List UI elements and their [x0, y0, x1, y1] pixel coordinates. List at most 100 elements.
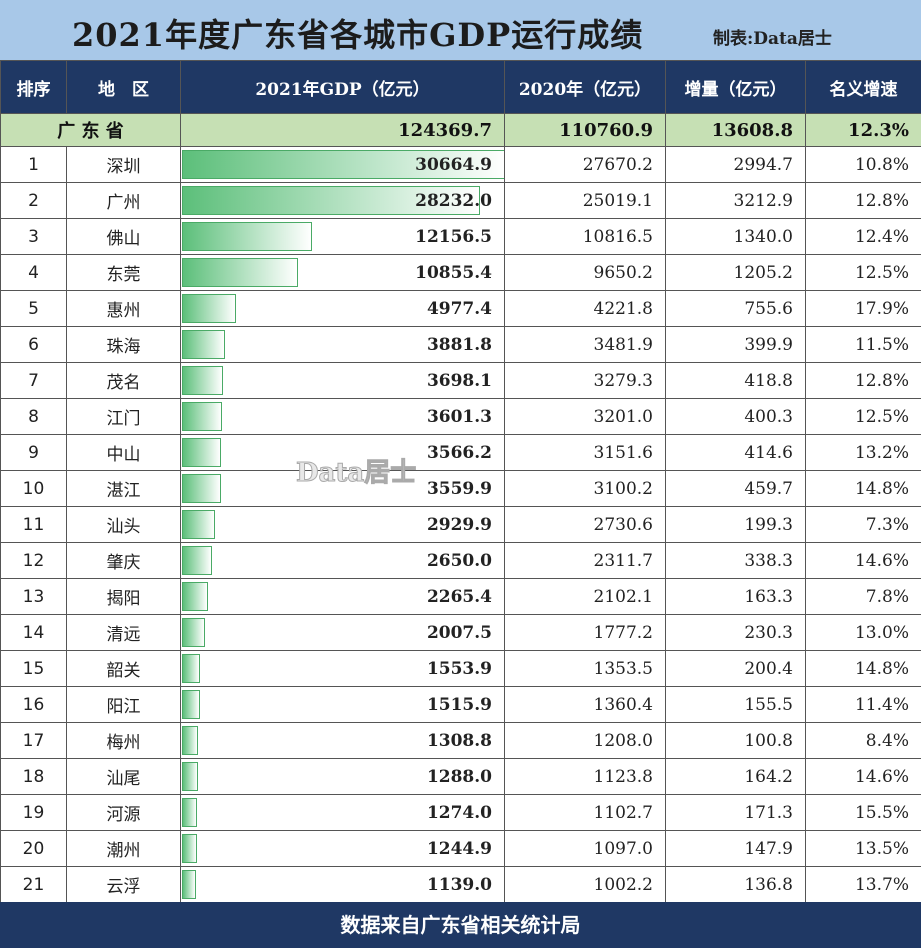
city-name-cell: 东莞	[66, 254, 181, 291]
gdp-table: 排序 地 区 2021年GDP（亿元） 2020年（亿元） 增量（亿元） 名义增…	[0, 60, 921, 903]
gdp2021-value: 2650.0	[426, 550, 492, 571]
rank-cell: 6	[0, 326, 67, 363]
rank-cell: 13	[0, 578, 67, 615]
gdp-table-page: 2021年度广东省各城市GDP运行成绩 制表:Data居士 排序 地 区 202…	[0, 0, 921, 948]
gdp2020-cell: 3151.6	[504, 434, 666, 471]
province-increase: 13608.8	[665, 113, 806, 147]
gdp2021-value: 1244.9	[426, 838, 492, 859]
gdp2021-cell: 3698.1	[180, 362, 505, 399]
gdp2021-cell: 3601.3	[180, 398, 505, 435]
gdp2021-value: 12156.5	[415, 226, 492, 247]
gdp2020-cell: 3100.2	[504, 470, 666, 507]
growth-cell: 12.5%	[805, 398, 921, 435]
page-title: 2021年度广东省各城市GDP运行成绩	[72, 16, 644, 54]
rank-cell: 7	[0, 362, 67, 399]
gdp2020-cell: 3481.9	[504, 326, 666, 363]
table-row: 21 云浮 1139.0 1002.2 136.8 13.7%	[0, 866, 921, 903]
city-name-cell: 汕尾	[66, 758, 181, 795]
rank-cell: 2	[0, 182, 67, 219]
table-row: 4 东莞 10855.4 9650.2 1205.2 12.5%	[0, 254, 921, 291]
title-bar: 2021年度广东省各城市GDP运行成绩 制表:Data居士	[0, 0, 921, 61]
rank-cell: 10	[0, 470, 67, 507]
growth-cell: 11.4%	[805, 686, 921, 723]
rank-cell: 21	[0, 866, 67, 903]
rank-cell: 8	[0, 398, 67, 435]
city-name-cell: 湛江	[66, 470, 181, 507]
city-name-cell: 广州	[66, 182, 181, 219]
increase-cell: 147.9	[665, 830, 806, 867]
city-name-cell: 揭阳	[66, 578, 181, 615]
gdp2021-cell: 2650.0	[180, 542, 505, 579]
table-row: 19 河源 1274.0 1102.7 171.3 15.5%	[0, 794, 921, 831]
city-name-cell: 汕头	[66, 506, 181, 543]
city-name-cell: 潮州	[66, 830, 181, 867]
gdp2020-cell: 1777.2	[504, 614, 666, 651]
col-header-rank: 排序	[0, 60, 67, 114]
gdp2020-cell: 1102.7	[504, 794, 666, 831]
city-name-cell: 中山	[66, 434, 181, 471]
gdp2020-cell: 9650.2	[504, 254, 666, 291]
increase-cell: 2994.7	[665, 146, 806, 183]
increase-cell: 230.3	[665, 614, 806, 651]
gdp2020-cell: 1002.2	[504, 866, 666, 903]
gdp2021-value: 1308.8	[426, 730, 492, 751]
table-row: 1 深圳 30664.9 27670.2 2994.7 10.8%	[0, 146, 921, 183]
gdp2020-cell: 2102.1	[504, 578, 666, 615]
increase-cell: 1205.2	[665, 254, 806, 291]
rank-cell: 1	[0, 146, 67, 183]
col-header-increase: 增量（亿元）	[665, 60, 806, 114]
col-header-growth: 名义增速	[805, 60, 921, 114]
growth-cell: 12.4%	[805, 218, 921, 255]
table-row: 13 揭阳 2265.4 2102.1 163.3 7.8%	[0, 578, 921, 615]
rank-cell: 3	[0, 218, 67, 255]
increase-cell: 414.6	[665, 434, 806, 471]
gdp2021-value: 1515.9	[426, 694, 492, 715]
gdp2020-cell: 1123.8	[504, 758, 666, 795]
col-header-region: 地 区	[66, 60, 181, 114]
gdp2021-value: 2929.9	[426, 514, 492, 535]
gdp2021-value: 1288.0	[426, 766, 492, 787]
growth-cell: 7.8%	[805, 578, 921, 615]
growth-cell: 8.4%	[805, 722, 921, 759]
increase-cell: 1340.0	[665, 218, 806, 255]
gdp2020-cell: 2730.6	[504, 506, 666, 543]
rank-cell: 18	[0, 758, 67, 795]
gdp2021-cell: 1308.8	[180, 722, 505, 759]
gdp2021-cell: 1139.0	[180, 866, 505, 903]
city-name-cell: 阳江	[66, 686, 181, 723]
gdp2021-value: 3881.8	[426, 334, 492, 355]
gdp2020-cell: 10816.5	[504, 218, 666, 255]
growth-cell: 13.2%	[805, 434, 921, 471]
increase-cell: 100.8	[665, 722, 806, 759]
gdp2020-cell: 3279.3	[504, 362, 666, 399]
gdp2021-cell: 12156.5	[180, 218, 505, 255]
gdp2021-cell: 1288.0	[180, 758, 505, 795]
table-row: 7 茂名 3698.1 3279.3 418.8 12.8%	[0, 362, 921, 399]
header-row: 排序 地 区 2021年GDP（亿元） 2020年（亿元） 增量（亿元） 名义增…	[0, 60, 921, 114]
gdp2021-cell: 1274.0	[180, 794, 505, 831]
growth-cell: 14.6%	[805, 758, 921, 795]
growth-cell: 12.8%	[805, 362, 921, 399]
gdp2021-cell: 3881.8	[180, 326, 505, 363]
rank-cell: 15	[0, 650, 67, 687]
gdp2020-cell: 4221.8	[504, 290, 666, 327]
city-name-cell: 江门	[66, 398, 181, 435]
growth-cell: 12.5%	[805, 254, 921, 291]
col-header-gdp2021: 2021年GDP（亿元）	[180, 60, 505, 114]
rank-cell: 5	[0, 290, 67, 327]
rank-cell: 20	[0, 830, 67, 867]
rank-cell: 17	[0, 722, 67, 759]
gdp2021-value: 3698.1	[426, 370, 492, 391]
table-row: 20 潮州 1244.9 1097.0 147.9 13.5%	[0, 830, 921, 867]
increase-cell: 136.8	[665, 866, 806, 903]
rank-cell: 16	[0, 686, 67, 723]
province-gdp2021: 124369.7	[180, 113, 505, 147]
growth-cell: 15.5%	[805, 794, 921, 831]
city-name-cell: 河源	[66, 794, 181, 831]
growth-cell: 12.8%	[805, 182, 921, 219]
gdp2021-value: 1274.0	[426, 802, 492, 823]
city-rows: 1 深圳 30664.9 27670.2 2994.7 10.8% 2 广州 28232.0 25…	[0, 146, 921, 903]
table-row: 9 中山 3566.2 3151.6 414.6 13.2%	[0, 434, 921, 471]
table-row: 18 汕尾 1288.0 1123.8 164.2 14.6%	[0, 758, 921, 795]
province-row: 广 东 省 124369.7 110760.9 13608.8 12.3%	[0, 113, 921, 147]
